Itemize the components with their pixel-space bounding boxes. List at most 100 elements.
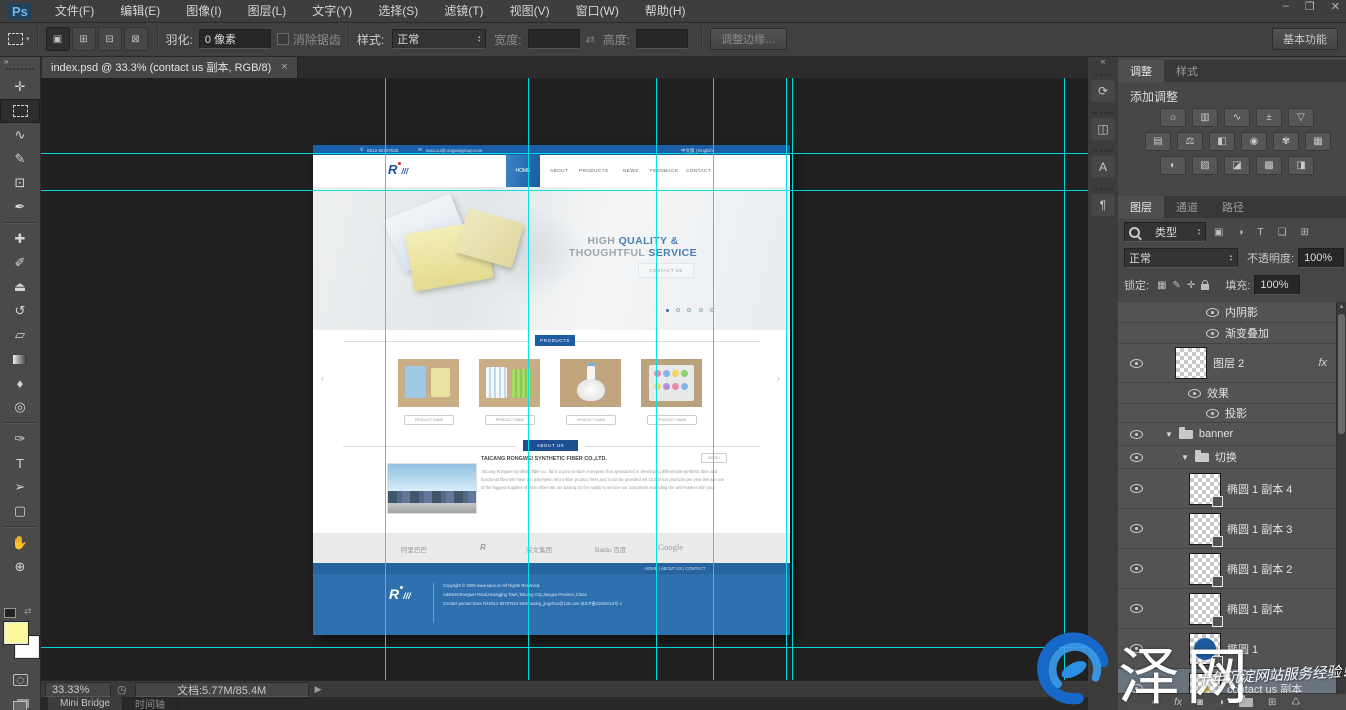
menu-select[interactable]: 选择(S) [365, 0, 431, 22]
product-name-button[interactable]: PRODUCT NAME [566, 415, 616, 425]
group-row-qiehuan[interactable]: ▼ 切换 [1118, 446, 1337, 469]
guide-horizontal[interactable] [40, 647, 1088, 648]
canvas-area[interactable]: ✆ 0512-82707625 ✉ sara.xu@rongweigroup.c… [40, 78, 1088, 680]
link-layers-icon[interactable]: ∞ [1152, 697, 1159, 708]
intersect-selection-icon[interactable]: ⊠ [124, 27, 148, 51]
new-layer-icon[interactable]: ⊞ [1268, 697, 1276, 708]
fill-input[interactable]: 100% [1254, 275, 1300, 295]
vibrance-icon[interactable]: ▽ [1288, 108, 1314, 127]
move-tool[interactable]: ✛ [0, 75, 40, 99]
hue-saturation-icon[interactable]: ▤ [1145, 132, 1171, 151]
layer-style-icon[interactable]: fx [1174, 697, 1182, 708]
site-email[interactable]: sara.xu@rongweigroup.com [426, 148, 482, 153]
layer-thumbnail[interactable] [1189, 593, 1221, 625]
visibility-eye-icon[interactable] [1206, 409, 1219, 418]
products-prev-arrow[interactable]: ‹ [321, 373, 324, 383]
layer-thumbnail[interactable] [1175, 347, 1207, 379]
restore-button[interactable]: ❐ [1305, 0, 1315, 13]
tab-layers[interactable]: 图层 [1118, 196, 1164, 218]
close-button[interactable]: ✕ [1331, 0, 1340, 13]
partner-alibaba[interactable]: 阿里巴巴 [401, 544, 427, 554]
collapse-toolbar-icon[interactable]: » [0, 56, 40, 68]
menu-window[interactable]: 窗口(W) [563, 0, 632, 22]
visibility-eye-icon[interactable] [1130, 453, 1143, 462]
blur-tool[interactable]: ♦ [0, 371, 40, 395]
group-row-banner[interactable]: ▼ banner [1118, 423, 1337, 446]
fx-badge[interactable]: fx [1318, 357, 1327, 369]
levels-icon[interactable]: ▥ [1192, 108, 1218, 127]
subtract-selection-icon[interactable]: ⊟ [98, 27, 122, 51]
products-next-arrow[interactable]: › [777, 373, 780, 383]
visibility-eye-icon[interactable] [1130, 524, 1143, 533]
selective-color-icon[interactable]: ◨ [1288, 156, 1314, 175]
color-balance-icon[interactable]: ⚖ [1177, 132, 1203, 151]
layer-row-ellipse-copy3[interactable]: 椭圆 1 副本 3 [1118, 509, 1337, 549]
nav-news[interactable]: NEWS [623, 169, 639, 174]
collapse-panels-icon[interactable]: « [1088, 56, 1118, 66]
layer-row-ellipse-copy4[interactable]: 椭圆 1 副本 4 [1118, 469, 1337, 509]
refine-edge-button[interactable]: 调整边缘… [710, 28, 787, 50]
new-group-icon[interactable] [1239, 698, 1253, 707]
default-colors-icon[interactable] [4, 608, 16, 618]
threshold-icon[interactable]: ◪ [1224, 156, 1250, 175]
new-selection-icon[interactable]: ▣ [46, 27, 70, 51]
partner-rongwei-mark[interactable]: R [480, 543, 486, 552]
path-selection-tool[interactable]: ➢ [0, 475, 40, 499]
crop-tool[interactable]: ⊡ [0, 171, 40, 195]
guide-vertical[interactable] [385, 78, 386, 680]
history-panel-icon[interactable]: ⟳ [1091, 80, 1115, 102]
layer-effect-drop-shadow[interactable]: 投影 [1118, 404, 1337, 423]
visibility-eye-icon[interactable] [1188, 389, 1201, 398]
filter-shape-layers-icon[interactable]: ❏ [1278, 227, 1287, 238]
tab-timeline[interactable]: 时间轴 [123, 697, 178, 710]
screen-mode-icon[interactable] [0, 694, 40, 710]
layer-row-ellipse1[interactable]: 椭圆 1 [1118, 629, 1337, 669]
layer-effect-gradient-overlay[interactable]: 渐变叠加 [1118, 323, 1337, 344]
eyedropper-tool[interactable]: ✒ [0, 195, 40, 219]
visibility-eye-icon[interactable] [1130, 684, 1143, 693]
product-photo[interactable] [479, 359, 540, 407]
guide-vertical[interactable] [792, 78, 793, 680]
lock-transparency-icon[interactable]: ▦ [1157, 280, 1166, 291]
tab-channels[interactable]: 通道 [1164, 196, 1210, 218]
character-panel-icon[interactable]: A [1091, 156, 1115, 178]
black-white-icon[interactable]: ◧ [1209, 132, 1235, 151]
expand-triangle-icon[interactable]: ▼ [1181, 453, 1189, 462]
foreground-color-swatch[interactable] [4, 622, 28, 644]
scroll-up-icon[interactable]: ▲ [1337, 302, 1346, 312]
document-tab[interactable]: index.psd @ 33.3% (contact us 副本, RGB/8)… [42, 56, 298, 78]
visibility-eye-icon[interactable] [1130, 484, 1143, 493]
zoom-level-input[interactable]: 33.33% [45, 682, 111, 697]
quick-mask-icon[interactable] [0, 668, 40, 692]
style-select[interactable]: 正常 [392, 29, 486, 49]
add-mask-icon[interactable]: ◙ [1197, 697, 1203, 708]
menu-view[interactable]: 视图(V) [497, 0, 563, 22]
layer-effect-inner-shadow[interactable]: 内阴影 [1118, 302, 1337, 323]
about-company-photo[interactable] [387, 463, 477, 514]
product-photo[interactable] [398, 359, 459, 407]
lock-all-icon[interactable] [1201, 284, 1209, 290]
partner-google[interactable]: Google [658, 542, 683, 552]
swap-dimensions-icon[interactable]: ⇄ [586, 33, 595, 46]
visibility-eye-icon[interactable] [1130, 604, 1143, 613]
layer-thumbnail[interactable] [1189, 513, 1221, 545]
dodge-tool[interactable]: ◎ [0, 395, 40, 419]
guide-vertical[interactable] [1064, 78, 1065, 680]
nav-about[interactable]: ABOUT [550, 169, 568, 174]
layer-thumbnail[interactable] [1189, 553, 1221, 585]
new-adjustment-layer-icon[interactable]: ◑ [1218, 697, 1224, 708]
tab-mini-bridge[interactable]: Mini Bridge [48, 697, 123, 710]
nav-products[interactable]: PRODUCTS [579, 169, 608, 174]
visibility-eye-icon[interactable] [1206, 329, 1219, 338]
swap-colors-icon[interactable]: ⇄ [24, 606, 32, 617]
banner-cta-button[interactable]: CONTACT US [638, 263, 694, 278]
visibility-eye-icon[interactable] [1130, 644, 1143, 653]
rectangular-marquee-tool[interactable] [0, 99, 40, 123]
channel-mixer-icon[interactable]: ✾ [1273, 132, 1299, 151]
eraser-tool[interactable]: ▱ [0, 323, 40, 347]
visibility-eye-icon[interactable] [1206, 308, 1219, 317]
antialias-checkbox[interactable] [277, 33, 289, 45]
photo-filter-icon[interactable]: ◉ [1241, 132, 1267, 151]
filter-pixel-layers-icon[interactable]: ▣ [1214, 227, 1223, 238]
tab-paths[interactable]: 路径 [1210, 196, 1256, 218]
